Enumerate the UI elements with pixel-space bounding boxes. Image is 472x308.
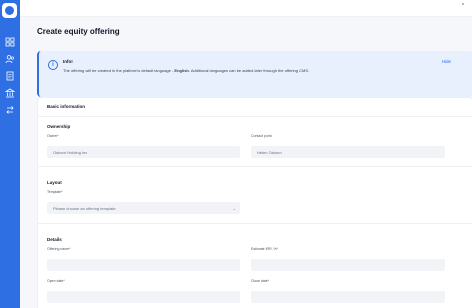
estimate-irr-label: Estimate IRR, %* [251, 247, 279, 251]
offering-name-input[interactable] [47, 259, 240, 271]
divider [38, 116, 472, 117]
owner-field[interactable]: Osborn Holding Inc [47, 146, 240, 158]
users-icon[interactable] [5, 54, 15, 64]
open-date-input[interactable] [47, 291, 240, 303]
info-text: The offering will be created in the plat… [63, 68, 310, 73]
main-content: Create equity offering i Info! The offer… [20, 17, 472, 308]
card-title: Basic information [47, 104, 86, 109]
bank-icon[interactable] [5, 88, 15, 98]
page-title: Create equity offering [37, 27, 120, 36]
app-logo[interactable] [2, 3, 17, 18]
owner-label: Owner* [47, 134, 59, 138]
swap-icon[interactable] [5, 105, 15, 115]
info-icon: i [48, 60, 58, 70]
template-label: Template* [47, 190, 63, 194]
details-title: Details [47, 237, 62, 242]
close-date-input[interactable] [251, 291, 445, 303]
chevron-down-icon: ⌄ [232, 205, 236, 211]
offering-name-label: Offering name* [47, 247, 71, 251]
ownership-title: Ownership [47, 124, 71, 129]
document-icon[interactable] [5, 71, 15, 81]
close-date-label: Close date* [251, 279, 270, 283]
contact-point-label: Contact point [251, 134, 272, 138]
hide-link[interactable]: Hide [442, 59, 451, 64]
divider [38, 166, 472, 167]
default-language: English [174, 68, 189, 73]
info-title: Info! [63, 59, 73, 64]
layout-title: Layout [47, 180, 62, 185]
info-banner: i Info! The offering will be created in … [37, 51, 472, 97]
divider [38, 223, 472, 224]
template-placeholder: Please choose an offering template [53, 205, 116, 211]
template-select[interactable]: Please choose an offering template ⌄ [47, 202, 240, 214]
open-date-label: Open date* [47, 279, 65, 283]
sidebar [0, 0, 20, 308]
dashboard-icon[interactable] [5, 37, 15, 47]
basic-information-card: Basic information Ownership Owner* Osbor… [37, 97, 472, 308]
top-bar [20, 0, 472, 17]
estimate-irr-input[interactable] [251, 259, 445, 271]
contact-point-field[interactable]: Helen Osborn [251, 146, 445, 158]
menu-dot-icon[interactable] [462, 3, 464, 5]
